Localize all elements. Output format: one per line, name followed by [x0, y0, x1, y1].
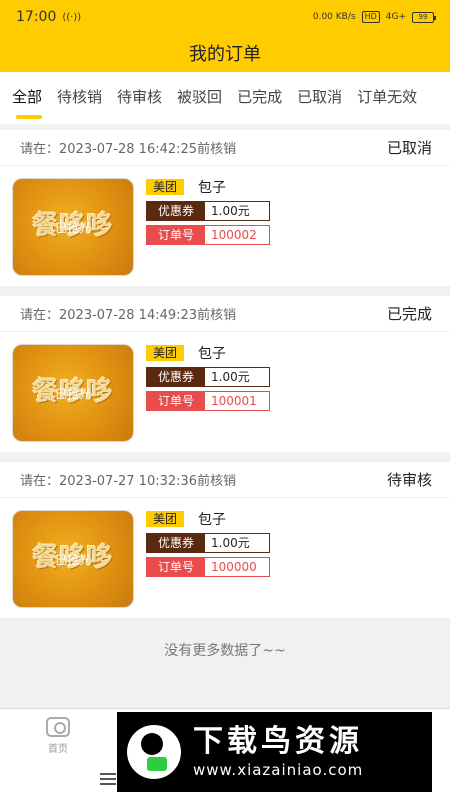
status-time: 17:00 — [16, 9, 57, 25]
coupon-label: 优惠券 — [147, 202, 205, 220]
product-image: 餐哆哆 已抢光 — [12, 178, 134, 276]
no-more-data-text: 没有更多数据了~~ — [164, 643, 286, 659]
status-bar: 17:00 ((·)) 0.00 KB/s HD 4G+ 99 — [0, 0, 450, 34]
nav-home[interactable]: 首页 — [38, 717, 78, 755]
signal-icon: ((·)) — [62, 11, 82, 23]
order-number-tag: 订单号 100000 — [146, 557, 270, 577]
product-name: 包子 — [198, 346, 227, 362]
tab-pending-redeem[interactable]: 待核销 — [57, 72, 102, 124]
order-card[interactable]: 请在：2023-07-28 16:42:25前核销 已取消 餐哆哆 已抢光 美团… — [0, 130, 450, 286]
coupon-tag: 优惠券 1.00元 — [146, 533, 270, 553]
tab-completed[interactable]: 已完成 — [237, 72, 282, 124]
order-header: 请在：2023-07-27 10:32:36前核销 待审核 — [0, 462, 450, 498]
order-body: 餐哆哆 已抢光 美团 包子 优惠券 1.00元 订单号 1000 — [0, 332, 450, 442]
order-status: 已取消 — [386, 139, 432, 157]
order-info: 美团 包子 优惠券 1.00元 订单号 100001 — [146, 344, 438, 442]
order-info: 美团 包子 优惠券 1.00元 订单号 100000 — [146, 510, 438, 608]
order-list: 请在：2023-07-28 16:42:25前核销 已取消 餐哆哆 已抢光 美团… — [0, 130, 450, 628]
coupon-tag: 优惠券 1.00元 — [146, 201, 270, 221]
tab-invalid[interactable]: 订单无效 — [357, 72, 417, 124]
coupon-value: 1.00元 — [205, 534, 269, 552]
order-number-label: 订单号 — [147, 392, 205, 410]
order-number: 100002 — [205, 226, 269, 244]
net-speed: 0.00 KB/s — [312, 12, 356, 22]
hd-badge: HD — [361, 11, 380, 23]
watermark-banner: 下载鸟资源 www.xiazainiao.com — [117, 712, 432, 792]
order-header: 请在：2023-07-28 14:49:23前核销 已完成 — [0, 296, 450, 332]
order-card[interactable]: 请在：2023-07-27 10:32:36前核销 待审核 餐哆哆 已抢光 美团… — [0, 462, 450, 618]
sold-out-label: 已抢光 — [54, 387, 91, 401]
order-number-tag: 订单号 100002 — [146, 225, 270, 245]
watermark-url: www.xiazainiao.com — [193, 761, 364, 779]
order-number-tag: 订单号 100001 — [146, 391, 270, 411]
order-status: 待审核 — [386, 471, 432, 489]
bird-logo-icon — [127, 725, 181, 779]
tab-all[interactable]: 全部 — [12, 72, 43, 124]
coupon-tag: 优惠券 1.00元 — [146, 367, 270, 387]
tab-cancelled[interactable]: 已取消 — [297, 72, 342, 124]
product-name: 包子 — [198, 180, 227, 196]
order-number: 100000 — [205, 558, 269, 576]
order-header: 请在：2023-07-28 16:42:25前核销 已取消 — [0, 130, 450, 166]
redeem-deadline: 请在：2023-07-28 16:42:25前核销 — [20, 142, 237, 157]
battery-icon: 99 — [412, 11, 436, 23]
watermark-title: 下载鸟资源 — [193, 724, 363, 759]
nav-home-label: 首页 — [48, 744, 68, 755]
coupon-label: 优惠券 — [147, 534, 205, 552]
redeem-deadline: 请在：2023-07-28 14:49:23前核销 — [20, 308, 237, 323]
coupon-value: 1.00元 — [205, 202, 269, 220]
product-name: 包子 — [198, 512, 227, 528]
sold-out-label: 已抢光 — [54, 221, 91, 235]
platform-badge: 美团 — [146, 345, 185, 361]
order-number-label: 订单号 — [147, 226, 205, 244]
network-badge: 4G+ — [385, 12, 406, 22]
order-body: 餐哆哆 已抢光 美团 包子 优惠券 1.00元 订单号 1000 — [0, 166, 450, 276]
status-indicators: 0.00 KB/s HD 4G+ 99 — [312, 11, 436, 23]
coupon-value: 1.00元 — [205, 368, 269, 386]
coupon-label: 优惠券 — [147, 368, 205, 386]
order-body: 餐哆哆 已抢光 美团 包子 优惠券 1.00元 订单号 1000 — [0, 498, 450, 608]
sold-out-label: 已抢光 — [54, 553, 91, 567]
order-info: 美团 包子 优惠券 1.00元 订单号 100002 — [146, 178, 438, 276]
platform-badge: 美团 — [146, 179, 185, 195]
menu-icon[interactable] — [100, 773, 116, 788]
product-image: 餐哆哆 已抢光 — [12, 344, 134, 442]
tab-rejected[interactable]: 被驳回 — [177, 72, 222, 124]
page-title: 我的订单 — [0, 34, 450, 72]
platform-badge: 美团 — [146, 511, 185, 527]
order-status: 已完成 — [386, 305, 432, 323]
home-icon — [46, 717, 70, 737]
order-card[interactable]: 请在：2023-07-28 14:49:23前核销 已完成 餐哆哆 已抢光 美团… — [0, 296, 450, 452]
order-tabs: 全部 待核销 待审核 被驳回 已完成 已取消 订单无效 — [0, 72, 450, 124]
tab-pending-review[interactable]: 待审核 — [117, 72, 162, 124]
product-image: 餐哆哆 已抢光 — [12, 510, 134, 608]
order-number-label: 订单号 — [147, 558, 205, 576]
order-number: 100001 — [205, 392, 269, 410]
redeem-deadline: 请在：2023-07-27 10:32:36前核销 — [20, 474, 237, 489]
watermark-text: 下载鸟资源 www.xiazainiao.com — [193, 724, 363, 780]
